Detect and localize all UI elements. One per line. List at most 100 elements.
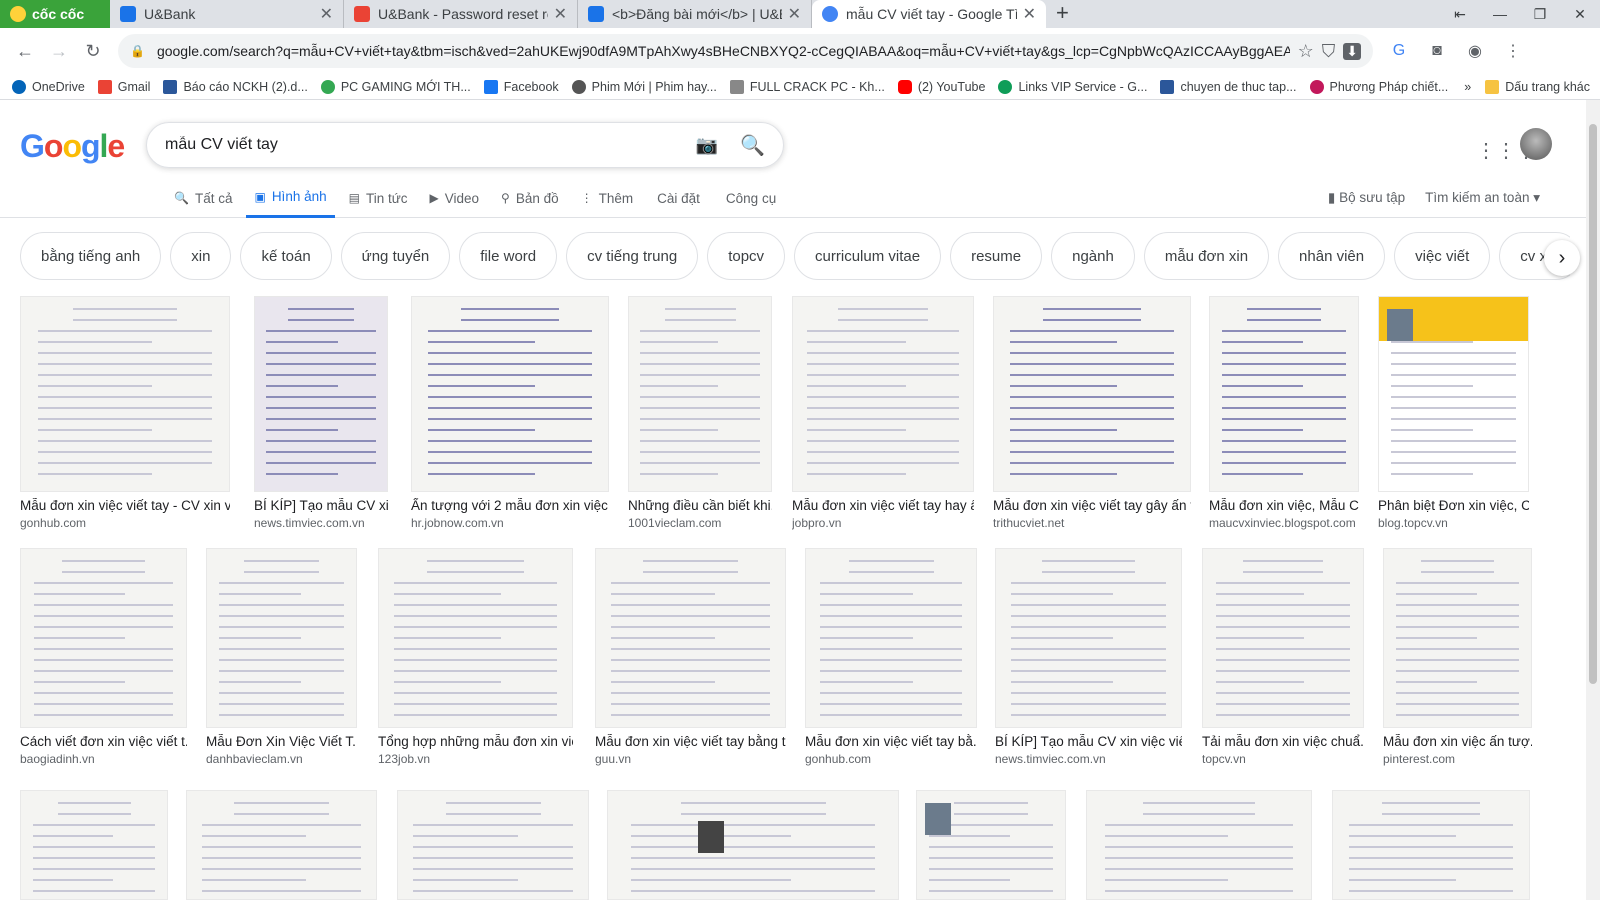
chip[interactable]: file word (459, 232, 558, 280)
chip[interactable]: cv tiếng trung (566, 232, 699, 280)
shield-icon[interactable]: ⛉ (1322, 41, 1336, 62)
chip[interactable]: topcv (707, 232, 786, 280)
result-thumbnail[interactable] (20, 296, 230, 492)
image-result-card[interactable] (1086, 790, 1312, 900)
chip[interactable]: bằng tiếng anh (20, 232, 162, 280)
tab-dang-bai-moi[interactable]: <b>Đăng bài mới</b> | U&B ✕ (578, 0, 812, 28)
image-result-card[interactable]: Mẫu đơn xin việc ấn tượ... pinterest.com (1383, 548, 1532, 766)
tab-google-search[interactable]: mẫu CV viết tay - Google Tìm ✕ (812, 0, 1046, 28)
result-title[interactable]: Tải mẫu đơn xin việc chuẩ... (1202, 734, 1364, 749)
result-thumbnail[interactable] (607, 790, 899, 900)
safesearch-dropdown[interactable]: Tìm kiếm an toàn ▾ (1425, 190, 1540, 206)
tab-tools[interactable]: Công cụ (716, 178, 786, 218)
image-result-card[interactable] (916, 790, 1066, 900)
result-title[interactable]: Mẫu đơn xin việc ấn tượ... (1383, 734, 1532, 749)
result-thumbnail[interactable] (792, 296, 974, 492)
chip[interactable]: resume (950, 232, 1043, 280)
result-thumbnail[interactable] (916, 790, 1066, 900)
close-tab-icon[interactable]: ✕ (788, 4, 801, 24)
bookmark-full-crack[interactable]: FULL CRACK PC - Kh... (729, 79, 885, 94)
result-thumbnail[interactable] (1332, 790, 1530, 900)
image-result-card[interactable]: Mẫu đơn xin việc viết tay bằ... gonhub.co… (805, 548, 977, 766)
download-icon[interactable]: ⬇ (1343, 42, 1361, 60)
chip[interactable]: xin (170, 232, 232, 280)
result-thumbnail[interactable] (628, 296, 772, 492)
image-result-card[interactable]: Tổng hợp những mẫu đơn xin việc... 123job… (378, 548, 573, 766)
tab-search-icon[interactable]: ⇤ (1440, 0, 1480, 28)
bookmarks-more-button[interactable]: » (1464, 80, 1471, 94)
image-result-card[interactable]: BÍ KÍP] Tạo mẫu CV xin ... news.timviec.c… (254, 296, 388, 530)
image-result-card[interactable]: Mẫu đơn xin việc viết tay gây ấn t... tri… (993, 296, 1191, 530)
image-result-card[interactable] (1332, 790, 1530, 900)
reload-button[interactable]: ↻ (76, 34, 110, 68)
result-thumbnail[interactable] (995, 548, 1182, 728)
result-title[interactable]: Tổng hợp những mẫu đơn xin việc... (378, 734, 573, 749)
tab-images[interactable]: ▣ Hình ảnh (246, 178, 335, 218)
image-result-card[interactable]: Mẫu đơn xin việc, Mẫu C... maucvxinviec.b… (1209, 296, 1359, 530)
result-thumbnail[interactable] (993, 296, 1191, 492)
image-result-card[interactable]: BÍ KÍP] Tạo mẫu CV xin việc viế... news.t… (995, 548, 1182, 766)
result-title[interactable]: Mẫu đơn xin việc viết tay gây ấn t... (993, 498, 1191, 513)
bookmark-facebook[interactable]: Facebook (483, 79, 559, 94)
lock-icon[interactable]: 🔒 (130, 44, 145, 58)
result-title[interactable]: Những điều cần biết khi... (628, 498, 772, 513)
image-result-card[interactable] (186, 790, 377, 900)
result-title[interactable]: Mẫu đơn xin việc viết tay bằ... (805, 734, 977, 749)
image-result-card[interactable]: Mẫu đơn xin việc viết tay bằng ti... guu.… (595, 548, 786, 766)
tab-maps[interactable]: ⚲ Bản đồ (493, 178, 567, 218)
result-title[interactable]: Mẫu đơn xin việc viết tay hay ấ... (792, 498, 974, 513)
result-title[interactable]: Mẫu Đơn Xin Việc Viết T... (206, 734, 357, 749)
result-thumbnail[interactable] (1202, 548, 1364, 728)
close-window-button[interactable]: ✕ (1560, 0, 1600, 28)
bookmark-phuong-phap[interactable]: Phương Pháp chiết... (1309, 79, 1448, 94)
close-tab-icon[interactable]: ✕ (1023, 4, 1036, 24)
chip[interactable]: mẫu đơn xin (1143, 232, 1270, 280)
close-tab-icon[interactable]: ✕ (320, 4, 333, 24)
close-tab-icon[interactable]: ✕ (554, 4, 567, 24)
extension-icon[interactable]: ◙ (1425, 42, 1449, 60)
image-result-card[interactable]: Cách viết đơn xin việc viết t... baogiadi… (20, 548, 187, 766)
image-result-card[interactable]: Ấn tượng với 2 mẫu đơn xin việc ... hr.jo… (411, 296, 609, 530)
tab-more[interactable]: ⋮ Thêm (573, 178, 642, 218)
result-thumbnail[interactable] (254, 296, 388, 492)
tab-news[interactable]: ▤ Tin tức (341, 178, 416, 218)
chip[interactable]: việc viết (1394, 232, 1491, 280)
bookmark-youtube[interactable]: (2) YouTube (897, 79, 985, 94)
image-result-card[interactable]: Mẫu đơn xin việc viết tay hay ấ... jobpro… (792, 296, 974, 530)
image-result-card[interactable]: Mẫu đơn xin việc viết tay - CV xin vi...… (20, 296, 230, 530)
camera-icon[interactable]: 📷 (696, 135, 718, 156)
new-tab-button[interactable]: + (1046, 0, 1079, 28)
forward-button[interactable]: → (42, 34, 76, 68)
result-title[interactable]: Ấn tượng với 2 mẫu đơn xin việc ... (411, 498, 609, 513)
tab-video[interactable]: ▶ Video (422, 178, 488, 218)
search-input[interactable] (165, 136, 696, 154)
bookmark-chuyen-de[interactable]: chuyen de thuc tap... (1160, 79, 1297, 94)
bookmark-onedrive[interactable]: OneDrive (12, 79, 85, 94)
image-result-card[interactable] (607, 790, 899, 900)
profile-icon[interactable]: ◉ (1463, 41, 1487, 61)
coccoc-logo[interactable]: cốc cốc (0, 0, 110, 28)
bookmark-pc-gaming[interactable]: PC GAMING MỚI TH... (320, 79, 471, 94)
result-thumbnail[interactable] (206, 548, 357, 728)
address-bar[interactable]: 🔒 google.com/search?q=mẫu+CV+viết+tay&tb… (118, 34, 1373, 68)
result-thumbnail[interactable] (1086, 790, 1312, 900)
image-result-card[interactable]: Phân biệt Đơn xin việc, C... blog.topcv.v… (1378, 296, 1529, 530)
chevron-right-icon[interactable]: › (1544, 240, 1580, 276)
image-result-card[interactable]: Tải mẫu đơn xin việc chuẩ... topcv.vn (1202, 548, 1364, 766)
chip[interactable]: ứng tuyển (340, 232, 451, 280)
avatar[interactable] (1520, 128, 1552, 160)
bookmark-bao-cao[interactable]: Báo cáo NCKH (2).d... (163, 79, 308, 94)
result-thumbnail[interactable] (595, 548, 786, 728)
tab-all[interactable]: 🔍 Tất cả (166, 178, 240, 218)
result-title[interactable]: Mẫu đơn xin việc viết tay - CV xin vi... (20, 498, 230, 513)
result-thumbnail[interactable] (1378, 296, 1529, 492)
result-title[interactable]: BÍ KÍP] Tạo mẫu CV xin việc viế... (995, 734, 1182, 749)
tab-settings[interactable]: Cài đặt (647, 178, 710, 218)
chip[interactable]: kế toán (240, 232, 332, 280)
image-result-card[interactable]: Mẫu Đơn Xin Việc Viết T... danhbavieclam.… (206, 548, 357, 766)
result-thumbnail[interactable] (805, 548, 977, 728)
scrollbar-thumb[interactable] (1589, 124, 1597, 684)
image-result-card[interactable]: Những điều cần biết khi... 1001vieclam.co… (628, 296, 772, 530)
result-thumbnail[interactable] (411, 296, 609, 492)
chip[interactable]: ngành (1051, 232, 1135, 280)
